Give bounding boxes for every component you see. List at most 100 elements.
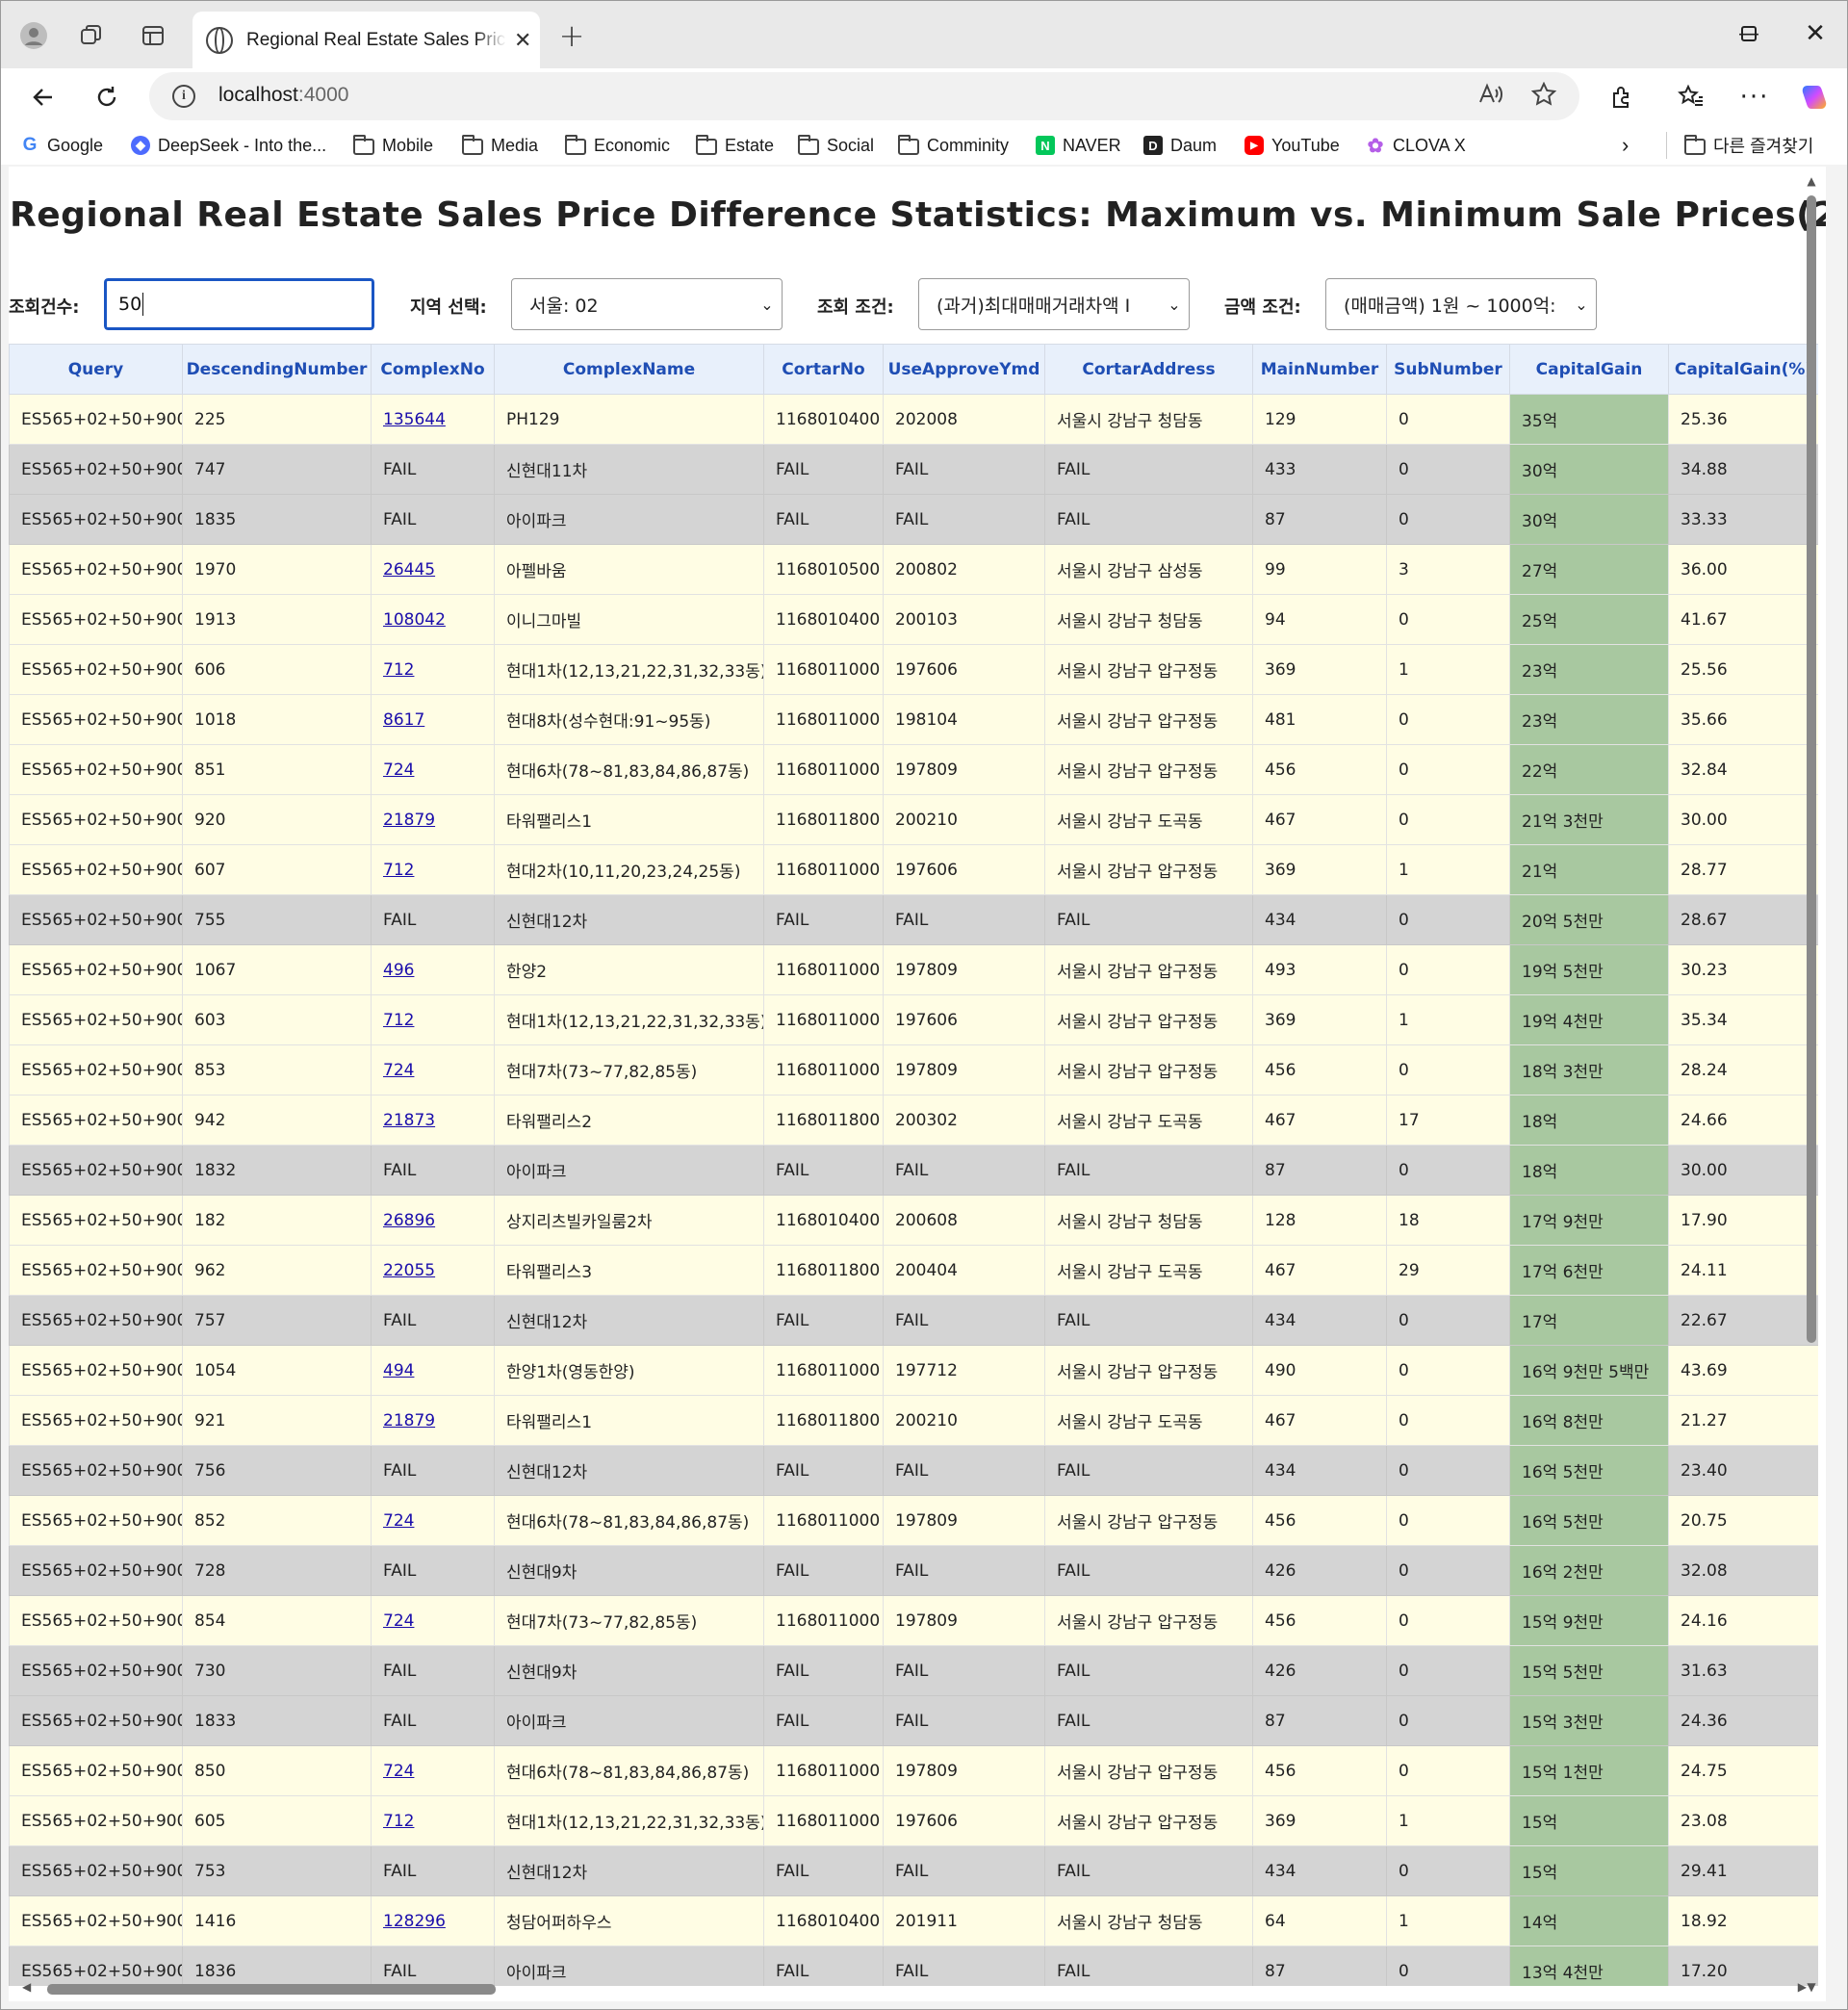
other-bookmarks[interactable]: 다른 즐겨찾기 — [1684, 130, 1813, 161]
complex-no-link[interactable]: 135644 — [383, 410, 446, 429]
column-header[interactable]: CortarAddress — [1044, 344, 1253, 395]
favorite-star-icon[interactable] — [1530, 81, 1557, 113]
vertical-scroll-thumb[interactable] — [1807, 195, 1816, 1343]
address-bar[interactable]: i localhost:4000 — [149, 72, 1579, 120]
complex-no-link[interactable]: 21873 — [383, 1111, 435, 1130]
profile-icon[interactable] — [14, 16, 53, 55]
extensions-icon[interactable] — [1603, 78, 1641, 116]
tab-actions-icon[interactable] — [134, 16, 172, 55]
complex-no-link[interactable]: 724 — [383, 760, 414, 780]
bookmark-social[interactable]: Social — [798, 130, 874, 161]
complex-no-link[interactable]: 21879 — [383, 1411, 435, 1430]
column-header[interactable]: DescendingNumber — [182, 344, 372, 395]
descending-number-cell: 730 — [182, 1645, 372, 1696]
query-cell: ES565+02+50+900 — [9, 1545, 183, 1596]
complex-name-cell: 현대2차(10,11,20,23,24,25동) — [494, 844, 764, 895]
complex-no-link[interactable]: 712 — [383, 1812, 414, 1831]
complex-no-link[interactable]: 724 — [383, 1061, 414, 1080]
scroll-up-arrow-icon[interactable]: ▲ — [1803, 174, 1820, 188]
column-header[interactable]: ComplexNo — [371, 344, 495, 395]
complex-no-cell: 724 — [371, 1595, 495, 1646]
amount-select[interactable]: (매매금액) 1원 ~ 1000억: ⌄ — [1325, 278, 1597, 330]
column-header[interactable]: ComplexName — [494, 344, 764, 395]
tab-bar: Regional Real Estate Sales Price Differe… — [1, 1, 1847, 69]
back-icon[interactable] — [24, 78, 63, 116]
vertical-scrollbar[interactable]: ▲ ▼ — [1803, 174, 1820, 1994]
bookmark-label: YouTube — [1271, 135, 1340, 155]
condition-select[interactable]: (과거)최대매매거래차액 I ⌄ — [918, 278, 1190, 330]
count-input[interactable]: 50 — [102, 276, 376, 332]
complex-name-cell: PH129 — [494, 394, 764, 445]
scroll-left-arrow-icon[interactable]: ◀ — [22, 1980, 31, 1994]
main-number-cell: 369 — [1252, 1795, 1387, 1846]
complex-no-link[interactable]: 22055 — [383, 1261, 435, 1280]
bookmark-comminity[interactable]: Comminity — [898, 130, 1009, 161]
scroll-right-arrow-icon[interactable]: ▶ — [1798, 1980, 1807, 1994]
bookmark-naver[interactable]: N NAVER — [1036, 130, 1121, 161]
bookmark-youtube[interactable]: ▶ YouTube — [1245, 130, 1340, 161]
text-caret — [142, 293, 144, 316]
complex-no-link[interactable]: 108042 — [383, 610, 446, 630]
complex-no-link[interactable]: 712 — [383, 1011, 414, 1030]
capital-gain-cell: 15억 — [1509, 1795, 1669, 1846]
use-approve-ymd-cell: FAIL — [883, 1545, 1045, 1596]
bookmark-estate[interactable]: Estate — [696, 130, 774, 161]
read-aloud-icon[interactable] — [1477, 82, 1502, 113]
naver-icon: N — [1036, 136, 1055, 155]
workspaces-icon[interactable] — [72, 16, 111, 55]
column-header[interactable]: UseApproveYmd — [883, 344, 1045, 395]
horizontal-scrollbar[interactable]: ◀ ▶ — [16, 1980, 1826, 1997]
new-tab-button[interactable]: + — [552, 16, 591, 55]
bookmarks-divider — [1666, 132, 1667, 159]
complex-no-link[interactable]: 8617 — [383, 710, 424, 730]
bookmarks-overflow-chevron-icon[interactable]: › — [1622, 130, 1629, 161]
descending-number-cell: 1913 — [182, 594, 372, 645]
site-info-icon[interactable]: i — [172, 85, 195, 108]
complex-no-link[interactable]: 496 — [383, 961, 414, 980]
bookmark-mobile[interactable]: Mobile — [353, 130, 433, 161]
main-number-cell: 490 — [1252, 1345, 1387, 1396]
maximize-icon[interactable] — [1720, 14, 1778, 53]
column-header[interactable]: CapitalGain(%) — [1668, 344, 1818, 395]
horizontal-scroll-thumb[interactable] — [47, 1984, 496, 1995]
complex-no-link[interactable]: 128296 — [383, 1912, 446, 1931]
capital-gain-percent-cell: 24.66 — [1668, 1095, 1818, 1146]
complex-no-cell: 712 — [371, 844, 495, 895]
bookmark-economic[interactable]: Economic — [565, 130, 670, 161]
region-select[interactable]: 서울: 02 ⌄ — [511, 278, 783, 330]
complex-no-link[interactable]: 494 — [383, 1361, 414, 1380]
more-menu-icon[interactable]: ··· — [1735, 78, 1774, 116]
cortar-address-cell: 서울시 강남구 압구정동 — [1044, 1044, 1253, 1095]
close-icon[interactable]: ✕ — [1786, 14, 1844, 53]
cortar-no-cell: 1168010400 — [763, 394, 884, 445]
folder-icon — [696, 134, 717, 155]
tab-close-icon[interactable]: ✕ — [514, 29, 531, 53]
tab-active[interactable]: Regional Real Estate Sales Price Differe… — [192, 12, 540, 69]
refresh-icon[interactable] — [88, 78, 126, 116]
column-header[interactable]: MainNumber — [1252, 344, 1387, 395]
column-header[interactable]: CortarNo — [763, 344, 884, 395]
complex-no-link[interactable]: 26896 — [383, 1211, 435, 1230]
capital-gain-cell: 16억 5천만 — [1509, 1445, 1669, 1496]
complex-no-link[interactable]: 712 — [383, 660, 414, 680]
bookmark-daum[interactable]: D Daum — [1143, 130, 1217, 161]
column-header[interactable]: SubNumber — [1386, 344, 1510, 395]
bookmark-deepseek[interactable]: ◆ DeepSeek - Into the... — [131, 130, 326, 161]
url-text[interactable]: localhost:4000 — [218, 84, 348, 107]
copilot-icon[interactable] — [1795, 78, 1834, 116]
column-header[interactable]: CapitalGain — [1509, 344, 1669, 395]
capital-gain-percent-cell: 43.69 — [1668, 1345, 1818, 1396]
complex-no-link[interactable]: 724 — [383, 1611, 414, 1631]
use-approve-ymd-cell: 197809 — [883, 1595, 1045, 1646]
clova-icon: ✿ — [1367, 135, 1384, 157]
column-header[interactable]: Query — [9, 344, 183, 395]
complex-no-link[interactable]: 21879 — [383, 811, 435, 830]
complex-no-link[interactable]: 724 — [383, 1762, 414, 1781]
favorites-icon[interactable] — [1672, 78, 1710, 116]
bookmark-media[interactable]: Media — [462, 130, 538, 161]
bookmark-google[interactable]: G Google — [20, 130, 103, 161]
complex-no-link[interactable]: 712 — [383, 861, 414, 880]
complex-no-link[interactable]: 724 — [383, 1511, 414, 1531]
complex-no-link[interactable]: 26445 — [383, 560, 435, 580]
bookmark-clova[interactable]: ✿ CLOVA X — [1366, 130, 1466, 161]
